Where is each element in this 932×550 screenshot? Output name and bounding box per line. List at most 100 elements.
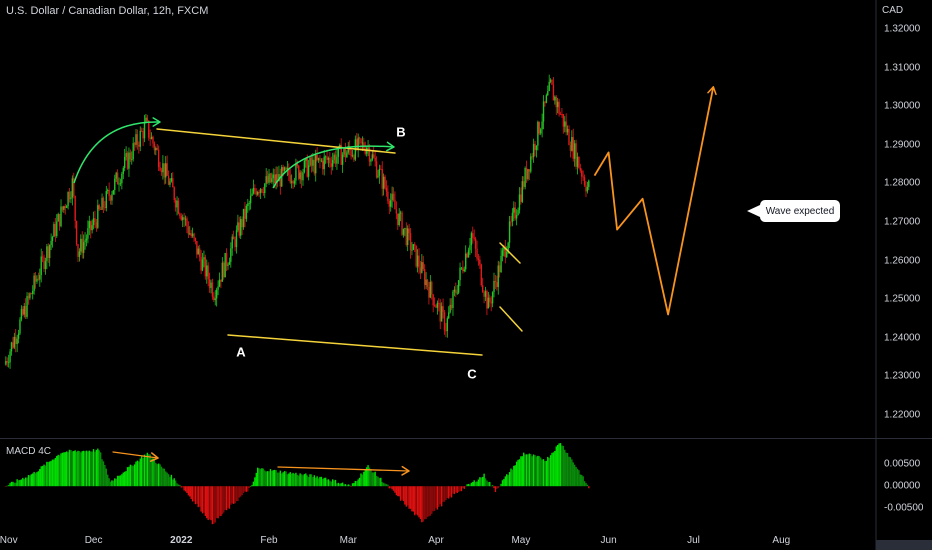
candle-body [249,195,252,204]
macd-bar [245,486,248,492]
trendline-lower[interactable] [227,334,483,356]
macd-bar [534,455,536,487]
macd-bar [586,484,589,487]
macd-bar [176,483,178,487]
macd-bar [163,468,166,487]
candle-body [402,228,405,235]
candle-body [381,169,383,189]
candle-body [310,157,313,166]
candle-body [361,142,364,144]
macd-bar [364,469,366,487]
macd-bar [224,486,226,510]
macd-bar [578,470,580,487]
macd-bar [248,486,250,489]
macd-bar [105,468,107,487]
macd-bar [203,486,205,513]
candle-body [547,91,549,96]
macd-bar [220,486,222,517]
candle-body [513,207,515,213]
macd-bar [340,483,342,487]
candle-body [358,137,361,139]
candle-body [377,175,379,178]
projected-wave-path[interactable] [593,86,715,316]
macd-bar [322,478,324,487]
candle-body [399,212,402,214]
candle-body [483,291,485,297]
candle-body [455,289,457,293]
macd-bar [65,451,68,487]
candle-body [312,159,314,166]
candle-body [406,228,409,246]
chart-canvas[interactable] [0,0,932,550]
macd-bar [150,458,153,487]
candle-body [261,188,263,192]
candle-body [189,233,191,235]
candle-body [452,291,454,308]
candle-body [160,170,163,173]
candle-body [581,170,583,177]
macd-bar [221,486,224,515]
candle-body [531,156,533,158]
candle-body [534,143,536,151]
callout-pointer [747,205,760,217]
macd-bar [404,486,406,505]
candle-body [140,130,143,132]
macd-bar [132,465,134,487]
macd-bar [395,486,398,496]
candle-body [429,281,432,298]
candle-body [40,256,42,276]
macd-bar [501,480,504,487]
macd-tick-label: -0.00500 [884,502,924,514]
candle-body [70,197,72,200]
macd-bar [279,470,282,487]
macd-bar [377,476,379,487]
macd-bar [189,486,191,497]
macd-bar [244,486,246,492]
candle-body [392,193,395,200]
candle-body [218,279,221,287]
macd-bar [435,486,437,508]
candle-body [37,278,40,280]
macd-bar [90,451,92,487]
candle-body [67,192,69,207]
macd-bar [191,486,194,502]
macd-divergence-arrow-2[interactable] [277,466,410,472]
macd-bar [119,475,122,487]
macd-bar [148,454,150,487]
candle-body [517,210,519,216]
candle-body [143,122,146,139]
price-tick-label: 1.24000 [884,332,921,344]
macd-bar [46,461,48,487]
candle-body [183,217,185,220]
candle-body [77,244,79,257]
candle-body [545,95,548,103]
candle-body [92,218,95,226]
candle-body [47,246,49,258]
macd-bar [104,464,106,487]
candle-body [395,209,398,214]
candle-body [295,163,297,181]
macd-bar [247,486,249,492]
macd-bar [390,486,392,489]
macd-bar [330,481,332,487]
macd-bar [565,452,567,487]
macd-bar [514,465,516,487]
candle-body [426,279,429,287]
macd-bar [433,486,436,512]
candle-body [104,207,106,209]
candle-body [87,228,89,239]
macd-bar [27,475,30,487]
macd-bar [194,486,197,505]
candle-body [487,297,490,309]
candle-body [101,197,103,210]
candle-body [116,172,119,185]
macd-bar [101,459,103,487]
candle-body [254,188,256,192]
macd-bar [398,486,400,497]
trendline-small-lower[interactable] [499,306,523,332]
candle-body [327,158,330,160]
macd-bar [211,486,214,525]
macd-bar [448,486,450,499]
candle-body [196,240,198,255]
macd-bar [334,479,337,487]
